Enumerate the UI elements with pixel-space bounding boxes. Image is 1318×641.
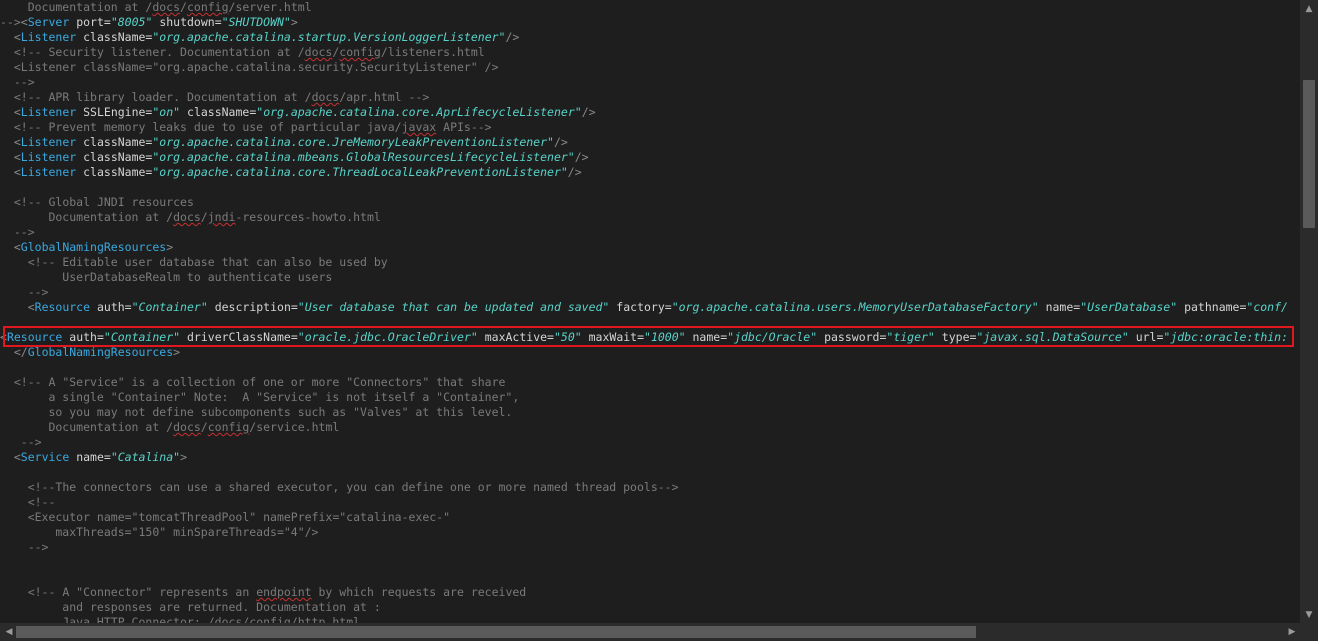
code-line: --><Server port="8005" shutdown="SHUTDOW… [0, 15, 298, 29]
code-line: <Listener className="org.apache.catalina… [13, 30, 520, 44]
code-line: <!-- A "Service" is a collection of one … [13, 375, 506, 389]
code-line: maxThreads="150" minSpareThreads="4"/> [0, 525, 319, 539]
code-line: <Listener className="org.apache.catalina… [13, 165, 582, 179]
code-line: <!-- A "Connector" represents an endpoin… [27, 585, 527, 599]
highlight-box [3, 326, 1294, 347]
scrollbar-corner [1300, 623, 1318, 641]
code-line: <Executor name="tomcatThreadPool" namePr… [0, 510, 451, 524]
horizontal-scroll-thumb[interactable] [16, 626, 976, 638]
code-line: so you may not define subcomponents such… [0, 405, 513, 419]
code-line: <!--The connectors can use a shared exec… [27, 480, 679, 494]
code-line: a single "Container" Note: A "Service" i… [0, 390, 520, 404]
vertical-scroll-thumb[interactable] [1303, 80, 1315, 228]
code-line: <!-- Editable user database that can als… [27, 255, 388, 269]
code-line: --> [0, 435, 42, 449]
code-line: <!-- APR library loader. Documentation a… [13, 90, 430, 104]
code-line: Documentation at /docs/config/service.ht… [0, 420, 340, 434]
code-line: <Service name="Catalina"> [13, 450, 188, 464]
code-editor[interactable]: Documentation at /docs/config/server.htm… [0, 0, 1300, 623]
code-line: <!-- Global JNDI resources [13, 195, 194, 209]
code-line: <Listener className="org.apache.catalina… [13, 135, 568, 149]
scroll-down-arrow-icon[interactable]: ▼ [1302, 608, 1316, 622]
code-line: --> [0, 225, 35, 239]
code-line: <Resource auth="Container" description="… [27, 300, 1288, 314]
scroll-right-arrow-icon[interactable]: ▶ [1285, 625, 1299, 639]
code-line: UserDatabaseRealm to authenticate users [0, 270, 333, 284]
code-line: and responses are returned. Documentatio… [0, 600, 381, 614]
code-line: <GlobalNamingResources> [13, 240, 174, 254]
code-line: <Listener SSLEngine="on" className="org.… [13, 105, 596, 119]
code-line: </GlobalNamingResources> [13, 345, 181, 359]
code-line: <!-- Security listener. Documentation at… [13, 45, 485, 59]
code-line: <!-- Prevent memory leaks due to use of … [13, 120, 492, 134]
code-line: --> [0, 540, 49, 554]
code-line: <Listener className="org.apache.catalina… [13, 150, 589, 164]
code-line: --> [0, 285, 49, 299]
code-line: Documentation at /docs/jndi-resources-ho… [0, 210, 381, 224]
code-line: <!-- [27, 495, 56, 509]
code-line: --> [0, 75, 35, 89]
scroll-left-arrow-icon[interactable]: ◀ [2, 625, 16, 639]
scroll-up-arrow-icon[interactable]: ▲ [1302, 2, 1316, 16]
code-line: <Listener className="org.apache.catalina… [0, 60, 499, 74]
code-line: Documentation at /docs/config/server.htm… [0, 0, 312, 14]
code-line: Java HTTP Connector: /docs/config/http.h… [0, 615, 361, 623]
